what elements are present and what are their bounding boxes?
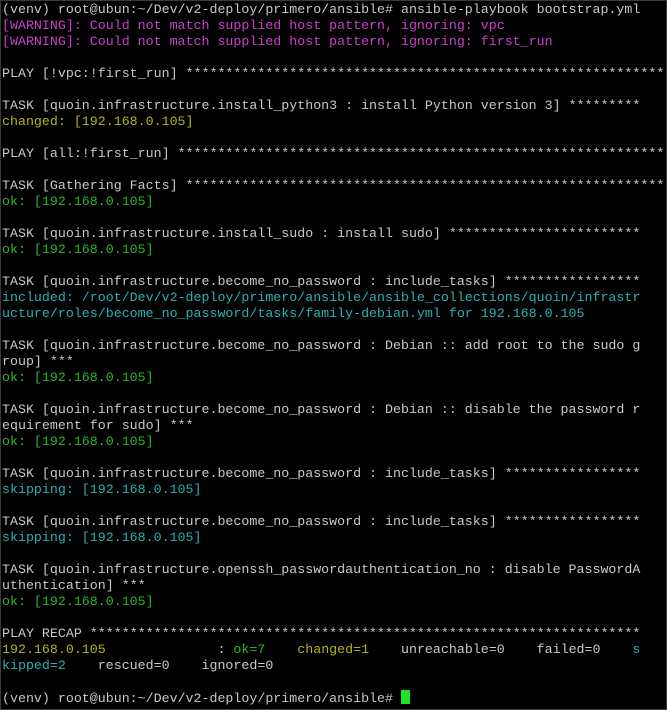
terminal-text-segment: TASK [quoin.infrastructure.become_no_pas… [2, 402, 641, 417]
terminal-line: PLAY RECAP *****************************… [2, 626, 665, 642]
terminal-text-segment: s [632, 642, 641, 657]
terminal-text-segment: changed: [192.168.0.105] [2, 114, 194, 129]
terminal-text-segment: ok: [192.168.0.105] [2, 434, 154, 449]
terminal-text-segment: TASK [Gathering Facts] *****************… [2, 178, 665, 193]
terminal-text-segment: ok: [192.168.0.105] [2, 370, 154, 385]
terminal-line: TASK [quoin.infrastructure.install_sudo … [2, 226, 665, 242]
terminal-line: uthentication] *** [2, 578, 665, 594]
terminal-line: equirement for sudo] *** [2, 418, 665, 434]
terminal-text-segment: equirement for sudo] *** [2, 418, 194, 433]
terminal-line: ok: [192.168.0.105] [2, 194, 665, 210]
terminal-line: TASK [quoin.infrastructure.openssh_passw… [2, 562, 665, 578]
terminal-text-segment: (venv) root@ubun:~/Dev/v2-deploy/primero… [2, 2, 641, 17]
terminal-text-segment: included: /root/Dev/v2-deploy/primero/an… [2, 290, 641, 305]
terminal-cursor [400, 690, 410, 704]
terminal-text-segment: TASK [quoin.infrastructure.become_no_pas… [2, 514, 641, 529]
terminal-text-segment: ok: [192.168.0.105] [2, 242, 154, 257]
terminal-text-segment: ucture/roles/become_no_password/tasks/fa… [2, 306, 585, 321]
terminal-line: PLAY [!vpc:!first_run] *****************… [2, 66, 665, 82]
terminal-text-segment: skipping: [192.168.0.105] [2, 482, 202, 497]
terminal-text-segment: skipping: [192.168.0.105] [2, 530, 202, 545]
terminal-line: skipping: [192.168.0.105] [2, 482, 665, 498]
terminal-text-segment: PLAY RECAP *****************************… [2, 626, 641, 641]
terminal-text-segment: kipped=2 [2, 658, 66, 673]
terminal-line: included: /root/Dev/v2-deploy/primero/an… [2, 290, 665, 306]
terminal-text-segment: ok: [192.168.0.105] [2, 594, 154, 609]
terminal-line: [WARNING]: Could not match supplied host… [2, 18, 665, 34]
terminal-line: ok: [192.168.0.105] [2, 370, 665, 386]
terminal-text-segment: TASK [quoin.infrastructure.install_sudo … [2, 226, 641, 241]
terminal-line: TASK [Gathering Facts] *****************… [2, 178, 665, 194]
terminal-text-segment: TASK [quoin.infrastructure.become_no_pas… [2, 466, 641, 481]
terminal-line: roup] *** [2, 354, 665, 370]
terminal-text-segment: TASK [quoin.infrastructure.install_pytho… [2, 98, 641, 113]
terminal-text-segment: TASK [quoin.infrastructure.become_no_pas… [2, 338, 641, 353]
terminal-line: TASK [quoin.infrastructure.become_no_pas… [2, 338, 665, 354]
terminal-line: TASK [quoin.infrastructure.become_no_pas… [2, 402, 665, 418]
terminal-line: kipped=2 rescued=0 ignored=0 [2, 658, 665, 674]
terminal-text-segment: ok: [192.168.0.105] [2, 194, 154, 209]
terminal-line: TASK [quoin.infrastructure.become_no_pas… [2, 274, 665, 290]
terminal-text-segment: (venv) root@ubun:~/Dev/v2-deploy/primero… [2, 691, 401, 706]
terminal-text-segment: TASK [quoin.infrastructure.become_no_pas… [2, 274, 641, 289]
terminal-line: changed: [192.168.0.105] [2, 114, 665, 130]
terminal-line: [WARNING]: Could not match supplied host… [2, 34, 665, 50]
terminal-text-segment: rescued=0 ignored=0 [65, 658, 274, 673]
terminal-line: skipping: [192.168.0.105] [2, 530, 665, 546]
terminal-text-segment: PLAY [!vpc:!first_run] *****************… [2, 66, 665, 81]
terminal-line: 192.168.0.105 : ok=7 changed=1 unreachab… [2, 642, 665, 658]
terminal-line: (venv) root@ubun:~/Dev/v2-deploy/primero… [2, 690, 665, 706]
terminal-text-segment: changed=1 [297, 642, 370, 657]
terminal-text-segment: : [105, 642, 234, 657]
terminal-text-segment: [WARNING]: Could not match supplied host… [2, 34, 553, 49]
terminal-line: ok: [192.168.0.105] [2, 594, 665, 610]
terminal-text-segment: TASK [quoin.infrastructure.openssh_passw… [2, 562, 641, 577]
terminal-text-segment: roup] *** [2, 354, 74, 369]
terminal-line: (venv) root@ubun:~/Dev/v2-deploy/primero… [2, 2, 665, 18]
terminal-output[interactable]: (venv) root@ubun:~/Dev/v2-deploy/primero… [2, 2, 665, 706]
terminal-line: PLAY [all:!first_run] ******************… [2, 146, 665, 162]
terminal-line: ok: [192.168.0.105] [2, 242, 665, 258]
terminal-text-segment: ok=7 [233, 642, 266, 657]
terminal-text-segment: unreachable=0 failed=0 [369, 642, 633, 657]
terminal-text-segment: 192.168.0.105 [2, 642, 106, 657]
terminal-line: TASK [quoin.infrastructure.become_no_pas… [2, 466, 665, 482]
terminal-line: TASK [quoin.infrastructure.install_pytho… [2, 98, 665, 114]
terminal-text-segment: [WARNING]: Could not match supplied host… [2, 18, 505, 33]
terminal-line: TASK [quoin.infrastructure.become_no_pas… [2, 514, 665, 530]
terminal-line: ucture/roles/become_no_password/tasks/fa… [2, 306, 665, 322]
terminal-text-segment: uthentication] *** [2, 578, 146, 593]
terminal-text-segment: PLAY [all:!first_run] ******************… [2, 146, 665, 161]
terminal-line: ok: [192.168.0.105] [2, 434, 665, 450]
terminal-window[interactable]: (venv) root@ubun:~/Dev/v2-deploy/primero… [0, 0, 667, 710]
